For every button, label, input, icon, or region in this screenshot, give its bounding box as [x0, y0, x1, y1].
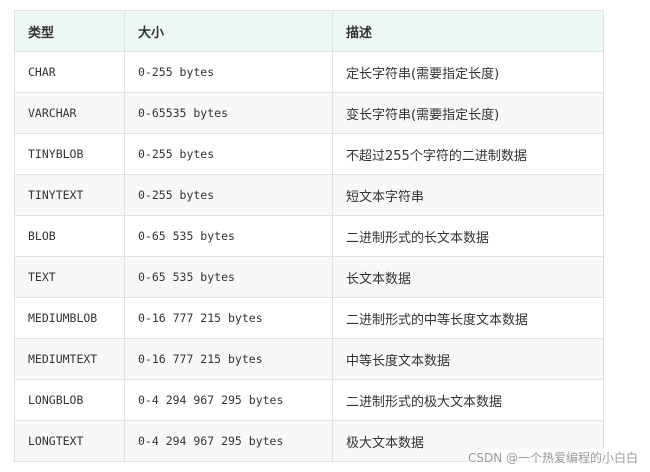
cell-size: 0-4 294 967 295 bytes [124, 379, 333, 421]
cell-description: 不超过255个字符的二进制数据 [332, 133, 604, 175]
mysql-text-types-table: 类型 大小 描述 CHAR 0-255 bytes 定长字符串(需要指定长度) … [14, 10, 604, 462]
cell-type: MEDIUMBLOB [14, 297, 125, 339]
cell-size: 0-255 bytes [124, 174, 333, 216]
cell-type: TINYTEXT [14, 174, 125, 216]
cell-size: 0-65 535 bytes [124, 256, 333, 298]
cell-description: 长文本数据 [332, 256, 604, 298]
cell-description: 中等长度文本数据 [332, 338, 604, 380]
cell-description: 二进制形式的长文本数据 [332, 215, 604, 257]
table-row: BLOB 0-65 535 bytes 二进制形式的长文本数据 [14, 215, 604, 257]
cell-size: 0-255 bytes [124, 133, 333, 175]
cell-type: LONGBLOB [14, 379, 125, 421]
header-description: 描述 [332, 10, 604, 52]
cell-size: 0-65 535 bytes [124, 215, 333, 257]
cell-size: 0-4 294 967 295 bytes [124, 420, 333, 462]
cell-type: VARCHAR [14, 92, 125, 134]
table-row: MEDIUMTEXT 0-16 777 215 bytes 中等长度文本数据 [14, 338, 604, 380]
cell-type: LONGTEXT [14, 420, 125, 462]
cell-type: BLOB [14, 215, 125, 257]
table-row: LONGBLOB 0-4 294 967 295 bytes 二进制形式的极大文… [14, 379, 604, 421]
header-type: 类型 [14, 10, 125, 52]
cell-type: CHAR [14, 51, 125, 93]
cell-size: 0-255 bytes [124, 51, 333, 93]
cell-description: 变长字符串(需要指定长度) [332, 92, 604, 134]
cell-size: 0-16 777 215 bytes [124, 297, 333, 339]
table-header-row: 类型 大小 描述 [14, 10, 604, 52]
cell-type: TEXT [14, 256, 125, 298]
cell-description: 定长字符串(需要指定长度) [332, 51, 604, 93]
table-row: TEXT 0-65 535 bytes 长文本数据 [14, 256, 604, 298]
table-row: TINYBLOB 0-255 bytes 不超过255个字符的二进制数据 [14, 133, 604, 175]
cell-description: 短文本字符串 [332, 174, 604, 216]
table-row: TINYTEXT 0-255 bytes 短文本字符串 [14, 174, 604, 216]
table-row: VARCHAR 0-65535 bytes 变长字符串(需要指定长度) [14, 92, 604, 134]
csdn-watermark: CSDN @一个热爱编程的小白白 [467, 449, 638, 466]
cell-size: 0-65535 bytes [124, 92, 333, 134]
cell-description: 二进制形式的中等长度文本数据 [332, 297, 604, 339]
header-size: 大小 [124, 10, 333, 52]
cell-description: 二进制形式的极大文本数据 [332, 379, 604, 421]
cell-size: 0-16 777 215 bytes [124, 338, 333, 380]
table-row: CHAR 0-255 bytes 定长字符串(需要指定长度) [14, 51, 604, 93]
cell-type: TINYBLOB [14, 133, 125, 175]
cell-type: MEDIUMTEXT [14, 338, 125, 380]
table-row: MEDIUMBLOB 0-16 777 215 bytes 二进制形式的中等长度… [14, 297, 604, 339]
